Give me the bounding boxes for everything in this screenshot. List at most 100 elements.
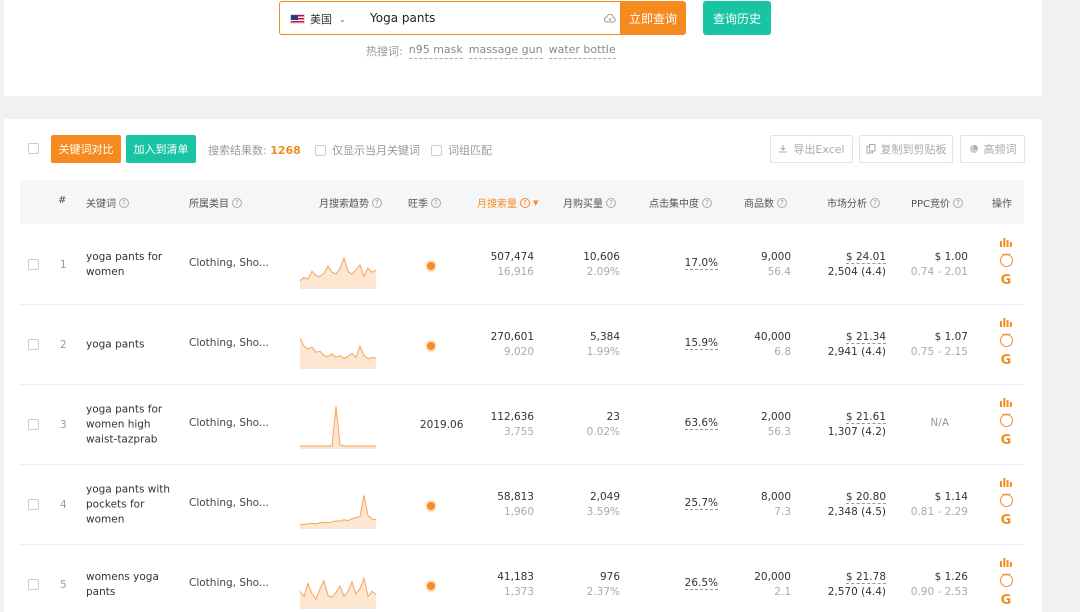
- export-excel-button[interactable]: 导出Excel: [770, 135, 853, 163]
- compare-button[interactable]: 关键词对比: [51, 135, 121, 163]
- col-ppc-bid[interactable]: PPC竞价?: [911, 195, 964, 210]
- country-label: 美国: [310, 13, 332, 26]
- hot-word-link[interactable]: massage gun: [468, 43, 543, 59]
- select-all-checkbox[interactable]: [28, 143, 39, 154]
- more-icon[interactable]: [999, 490, 1013, 507]
- row-click-concentration[interactable]: 17.0%: [684, 257, 718, 270]
- col-product-count[interactable]: 商品数?: [744, 195, 787, 210]
- row-search-volume: 112,636 3,755: [491, 410, 534, 440]
- market-reviews: 2,504 (4.4): [827, 266, 886, 278]
- col-keyword-label: 关键词: [86, 199, 116, 210]
- row-actions: G: [998, 477, 1014, 527]
- current-month-checkbox[interactable]: [315, 144, 326, 156]
- more-icon[interactable]: [999, 410, 1013, 427]
- row-click-concentration[interactable]: 26.5%: [684, 577, 718, 590]
- help-icon[interactable]: ?: [119, 197, 129, 208]
- ppc-value: $ 1.26: [934, 571, 968, 583]
- row-search-volume: 270,601 9,020: [491, 330, 534, 360]
- help-icon[interactable]: ?: [953, 197, 964, 208]
- more-icon[interactable]: [999, 570, 1013, 587]
- row-checkbox[interactable]: [28, 579, 39, 590]
- col-monthly-search-label: 月搜索量: [477, 199, 517, 210]
- row-keyword[interactable]: yoga pants for women high waist-tazprab: [86, 402, 176, 447]
- sort-desc-icon[interactable]: ▼: [533, 199, 538, 207]
- google-icon[interactable]: G: [1001, 354, 1012, 367]
- row-search-volume: 41,183 1,373: [497, 570, 534, 600]
- help-icon[interactable]: ?: [606, 197, 616, 208]
- hot-word-link[interactable]: n95 mask: [408, 43, 463, 59]
- col-season[interactable]: 旺季?: [408, 195, 441, 210]
- copy-icon: [866, 144, 875, 154]
- col-monthly-purchase[interactable]: 月购买量?: [563, 195, 616, 210]
- help-icon[interactable]: ?: [777, 197, 787, 208]
- row-product-count: 2,000 56.3: [761, 410, 791, 440]
- trend-sparkline[interactable]: [300, 483, 376, 529]
- bar-chart-icon[interactable]: [1000, 477, 1012, 487]
- help-icon[interactable]: ?: [870, 197, 880, 208]
- help-icon[interactable]: ?: [431, 197, 441, 208]
- bar-chart-icon[interactable]: [1000, 557, 1012, 567]
- purchase-rate: 1.99%: [586, 346, 620, 358]
- bar-chart-icon[interactable]: [1000, 397, 1012, 407]
- trend-sparkline[interactable]: [300, 403, 376, 449]
- hot-word-link[interactable]: water bottle: [548, 43, 616, 59]
- search-button[interactable]: 立即查询: [620, 1, 686, 35]
- search-input[interactable]: Yoga pants: [370, 11, 435, 25]
- copy-clipboard-button[interactable]: 复制到剪贴板: [859, 135, 953, 163]
- search-box[interactable]: 美国 ⌄ Yoga pants: [279, 1, 624, 35]
- col-monthly-search[interactable]: 月搜索量? ▼: [477, 195, 538, 210]
- help-icon[interactable]: ?: [232, 197, 242, 208]
- country-select[interactable]: 美国 ⌄: [290, 11, 346, 27]
- col-keyword[interactable]: 关键词?: [86, 195, 129, 210]
- market-price[interactable]: $ 21.34: [845, 331, 886, 344]
- row-keyword[interactable]: womens yoga pants: [86, 570, 176, 600]
- trend-sparkline[interactable]: [300, 323, 376, 369]
- phrase-match-checkbox[interactable]: [431, 144, 442, 156]
- add-to-list-button[interactable]: 加入到清单: [126, 135, 196, 163]
- row-keyword[interactable]: yoga pants with pockets for women: [86, 482, 176, 527]
- row-click-concentration[interactable]: 15.9%: [684, 337, 718, 350]
- bar-chart-icon[interactable]: [1000, 237, 1012, 247]
- option-phrase-match[interactable]: 词组匹配: [431, 142, 492, 158]
- row-click-concentration[interactable]: 25.7%: [684, 497, 718, 510]
- more-icon[interactable]: [999, 330, 1013, 347]
- row-checkbox[interactable]: [28, 339, 39, 350]
- market-price[interactable]: $ 24.01: [845, 251, 886, 264]
- col-click-label: 点击集中度: [649, 199, 699, 210]
- col-trend[interactable]: 月搜索趋势?: [319, 195, 382, 210]
- market-price[interactable]: $ 21.78: [845, 571, 886, 584]
- col-click-concentration[interactable]: 点击集中度?: [649, 195, 712, 210]
- product-count-sub: 6.8: [774, 346, 791, 358]
- help-icon[interactable]: ?: [520, 197, 530, 208]
- col-category[interactable]: 所属类目?: [189, 195, 242, 210]
- market-price[interactable]: $ 21.61: [845, 411, 886, 424]
- row-product-count: 8,000 7.3: [761, 490, 791, 520]
- pie-chart-icon: [969, 145, 978, 153]
- cloud-upload-icon[interactable]: [604, 13, 616, 25]
- google-icon[interactable]: G: [1001, 434, 1012, 447]
- row-checkbox[interactable]: [28, 499, 39, 510]
- col-market-analysis[interactable]: 市场分析?: [827, 195, 880, 210]
- market-price[interactable]: $ 20.80: [845, 491, 886, 504]
- ppc-value: $ 1.00: [934, 251, 968, 263]
- more-icon[interactable]: [999, 250, 1013, 267]
- frequent-words-button[interactable]: 高频词: [960, 135, 1025, 163]
- row-checkbox[interactable]: [28, 419, 39, 430]
- product-count-value: 9,000: [760, 251, 791, 263]
- row-keyword[interactable]: yoga pants: [86, 337, 176, 352]
- row-keyword[interactable]: yoga pants for women: [86, 250, 176, 280]
- row-click-concentration[interactable]: 63.6%: [684, 417, 718, 430]
- google-icon[interactable]: G: [1001, 514, 1012, 527]
- google-icon[interactable]: G: [1001, 274, 1012, 287]
- bar-chart-icon[interactable]: [1000, 317, 1012, 327]
- row-checkbox[interactable]: [28, 259, 39, 270]
- history-button[interactable]: 查询历史: [703, 1, 771, 35]
- row-actions: G: [998, 317, 1014, 367]
- product-count-sub: 56.3: [767, 426, 791, 438]
- option-current-month[interactable]: 仅显示当月关键词: [315, 142, 420, 158]
- google-icon[interactable]: G: [1001, 594, 1012, 607]
- help-icon[interactable]: ?: [372, 197, 382, 208]
- help-icon[interactable]: ?: [702, 197, 712, 208]
- trend-sparkline[interactable]: [300, 243, 376, 289]
- trend-sparkline[interactable]: [300, 563, 376, 609]
